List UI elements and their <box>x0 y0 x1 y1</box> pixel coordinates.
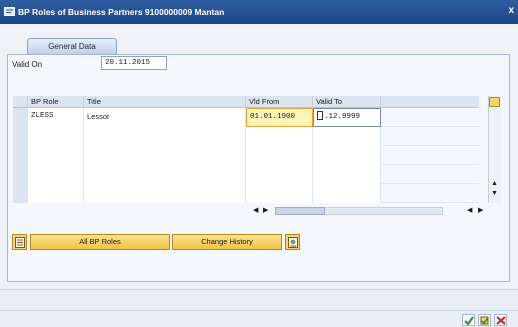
table-row[interactable] <box>13 127 479 146</box>
scroll-left-icon[interactable]: ◀ <box>253 206 258 214</box>
cell-valid-from[interactable] <box>246 127 313 146</box>
cell-title[interactable]: Lessor <box>84 108 246 127</box>
cell-valid-from[interactable]: 01.01.1900 <box>246 108 313 127</box>
cell-valid-to-value: .12.9999 <box>324 113 361 121</box>
select-all-icon[interactable] <box>12 234 27 250</box>
cell-bp-role[interactable] <box>28 184 84 203</box>
scroll-thumb[interactable] <box>275 207 325 215</box>
column-settings-icon[interactable] <box>489 97 500 107</box>
column-header-valid-from[interactable]: Vld From <box>246 96 313 108</box>
row-selector[interactable] <box>13 165 28 184</box>
cell-bp-role[interactable] <box>28 165 84 184</box>
cell-bp-role[interactable] <box>28 127 84 146</box>
scroll-right-icon[interactable]: ▶ <box>478 206 483 214</box>
table-row[interactable]: ZLESS Lessor 01.01.1900 .12.9999 <box>13 108 479 127</box>
valid-on-label: Valid On <box>12 60 43 69</box>
column-header-bp-role[interactable]: BP Role <box>28 96 84 108</box>
scroll-right-icon[interactable]: ▶ <box>263 206 268 214</box>
close-icon[interactable]: x <box>508 5 514 16</box>
cell-valid-from[interactable] <box>246 184 313 203</box>
cell-valid-to[interactable] <box>313 146 381 165</box>
cell-valid-to[interactable] <box>313 127 381 146</box>
window-title: BP Roles of Business Partners 9100000009… <box>18 7 225 17</box>
cell-bp-role[interactable] <box>28 146 84 165</box>
table-toolbar: All BP Roles Change History <box>12 234 312 252</box>
change-history-button[interactable]: Change History <box>172 234 282 250</box>
scroll-down-icon[interactable]: ▼ <box>491 190 498 197</box>
cell-valid-to[interactable]: .12.9999 <box>313 108 381 127</box>
row-selector[interactable] <box>13 127 28 146</box>
new-entry-icon[interactable] <box>478 314 491 326</box>
cell-title[interactable] <box>84 146 246 165</box>
valid-on-input[interactable]: 20.11.2015 <box>101 56 167 70</box>
cell-title[interactable] <box>84 127 246 146</box>
bp-roles-table: BP Role Title Vld From Valid To ZLESS Le… <box>13 96 503 216</box>
scroll-up-icon[interactable]: ▲ <box>491 180 498 187</box>
cell-valid-to[interactable] <box>313 165 381 184</box>
details-icon[interactable] <box>285 234 300 250</box>
scroll-left-icon[interactable]: ◀ <box>467 206 472 214</box>
table-body: ZLESS Lessor 01.01.1900 .12.9999 <box>13 108 479 203</box>
cell-title[interactable] <box>84 184 246 203</box>
table-row[interactable] <box>13 184 479 203</box>
table-row[interactable] <box>13 146 479 165</box>
divider <box>0 310 518 311</box>
row-selector-header[interactable] <box>13 96 28 108</box>
all-bp-roles-button[interactable]: All BP Roles <box>30 234 170 250</box>
text-cursor <box>317 111 323 120</box>
row-selector[interactable] <box>13 184 28 203</box>
window-titlebar: BP Roles of Business Partners 9100000009… <box>0 0 518 24</box>
horizontal-scrollbar: ◀ ▶ ◀ ▶ <box>253 206 503 216</box>
cell-valid-from[interactable] <box>246 165 313 184</box>
cell-title[interactable] <box>84 165 246 184</box>
checkmark-icon[interactable] <box>462 314 475 326</box>
row-selector[interactable] <box>13 146 28 165</box>
column-header-valid-to[interactable]: Valid To <box>313 96 381 108</box>
footer-bar <box>0 289 518 327</box>
window-icon <box>4 7 15 16</box>
row-selector[interactable] <box>13 108 28 127</box>
cell-bp-role[interactable]: ZLESS <box>28 108 84 127</box>
tab-strip: General Data <box>0 36 518 54</box>
table-header: BP Role Title Vld From Valid To <box>13 96 479 108</box>
cancel-icon[interactable] <box>494 314 507 326</box>
table-row[interactable] <box>13 165 479 184</box>
column-header-title[interactable]: Title <box>84 96 246 108</box>
cell-valid-from[interactable] <box>246 146 313 165</box>
tab-general-data[interactable]: General Data <box>27 38 117 54</box>
cell-valid-to[interactable] <box>313 184 381 203</box>
